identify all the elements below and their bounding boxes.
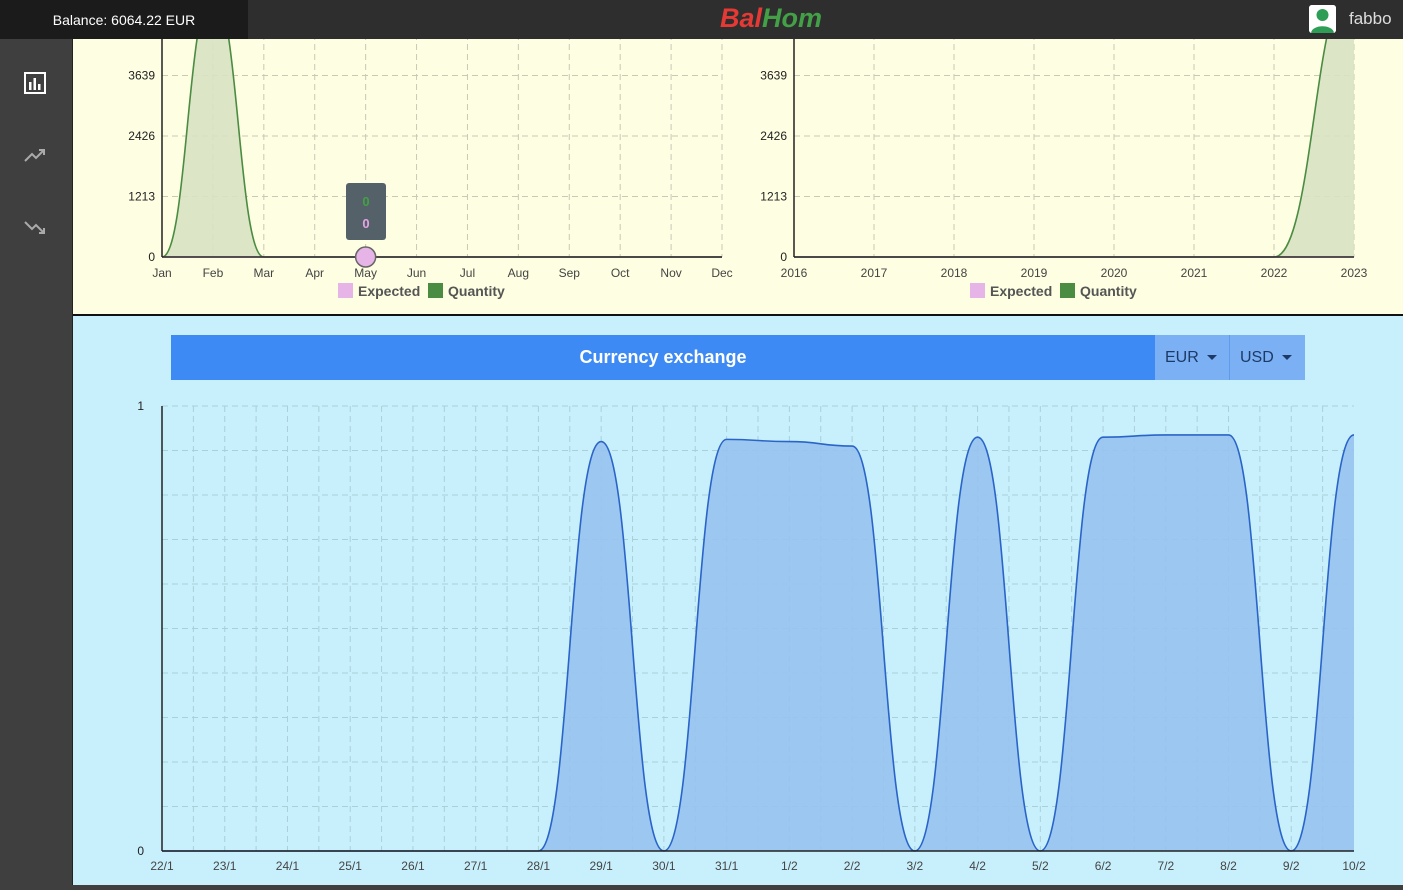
monthly-xtick: May: [354, 266, 377, 280]
monthly-legend-quantity-swatch: [428, 283, 443, 298]
chart-tooltip: 0 0: [346, 183, 386, 240]
yearly-quantity-area: [794, 39, 1354, 258]
monthly-xtick: Nov: [660, 266, 681, 280]
exchange-ytick: 0: [137, 844, 144, 858]
exchange-xtick: 7/2: [1157, 859, 1174, 873]
monthly-xtick: Oct: [611, 266, 630, 280]
monthly-legend-expected-swatch: [338, 283, 353, 298]
yearly-xtick: 2018: [941, 266, 968, 280]
exchange-xtick: 22/1: [150, 859, 174, 873]
monthly-xtick: Jul: [460, 266, 475, 280]
to-currency-value: USD: [1240, 348, 1274, 366]
user-avatar-icon[interactable]: [1309, 5, 1336, 33]
monthly-legend-expected: Expected: [358, 283, 420, 299]
yearly-xtick: 2019: [1021, 266, 1048, 280]
yearly-ytick: 3639: [760, 69, 787, 83]
yearly-xtick: 2017: [861, 266, 888, 280]
trending-up-icon[interactable]: [22, 142, 48, 168]
yearly-xtick: 2021: [1181, 266, 1208, 280]
yearly-legend-quantity: Quantity: [1080, 283, 1137, 299]
tooltip-expected: 0: [362, 216, 370, 231]
monthly-xtick: Sep: [559, 266, 581, 280]
yearly-xtick: 2022: [1261, 266, 1288, 280]
tooltip-quantity: 0: [362, 194, 370, 209]
exchange-area: [162, 434, 1354, 851]
exchange-xtick: 26/1: [401, 859, 425, 873]
from-currency-select[interactable]: EUR: [1155, 335, 1230, 380]
yearly-xtick: 2023: [1341, 266, 1368, 280]
exchange-xtick: 24/1: [276, 859, 300, 873]
monthly-xtick: Jan: [152, 266, 171, 280]
exchange-xtick: 9/2: [1283, 859, 1300, 873]
from-currency-value: EUR: [1165, 348, 1199, 366]
yearly-legend-expected: Expected: [990, 283, 1052, 299]
exchange-ytick: 1: [137, 399, 144, 413]
statistics-panel: 0 1213 2426 3639 Jan Feb Mar Apr May Jun Jul Aug Sep…: [73, 39, 1403, 314]
exchange-xtick: 6/2: [1095, 859, 1112, 873]
monthly-xtick: Apr: [305, 266, 324, 280]
exchange-xtick: 25/1: [339, 859, 363, 873]
bar-chart-icon[interactable]: [22, 70, 48, 96]
exchange-xtick: 10/2: [1342, 859, 1366, 873]
username[interactable]: fabbo: [1349, 9, 1392, 29]
monthly-xtick: Mar: [253, 266, 274, 280]
monthly-ytick: 0: [148, 250, 155, 264]
yearly-legend-quantity-swatch: [1060, 283, 1075, 298]
yearly-xtick: 2016: [781, 266, 808, 280]
sidebar: [0, 39, 73, 885]
exchange-xtick: 8/2: [1220, 859, 1237, 873]
monthly-ytick: 2426: [128, 129, 155, 143]
monthly-ytick: 1213: [128, 190, 155, 204]
exchange-xtick: 30/1: [652, 859, 676, 873]
yearly-xtick: 2020: [1101, 266, 1128, 280]
currency-exchange-panel: Currency exchange EUR USD 0 1 22/1 23/1 24/1…: [73, 316, 1403, 885]
exchange-xtick: 23/1: [213, 859, 237, 873]
monthly-highlight-point: [354, 246, 377, 268]
yearly-legend-expected-swatch: [970, 283, 985, 298]
monthly-quantity-area: [162, 39, 722, 257]
exchange-xtick: 2/2: [844, 859, 861, 873]
exchange-xtick: 27/1: [464, 859, 488, 873]
brand-part-1: Bal: [720, 3, 763, 33]
monthly-xtick: Feb: [203, 266, 224, 280]
brand-part-2: Hom: [762, 3, 823, 33]
exchange-xtick: 1/2: [781, 859, 798, 873]
yearly-ytick: 1213: [760, 190, 787, 204]
yearly-quantity-line: [794, 39, 1328, 258]
exchange-xtick: 5/2: [1032, 859, 1049, 873]
statistics-charts: 0 1213 2426 3639 Jan Feb Mar Apr May Jun Jul Aug Sep…: [128, 39, 1368, 299]
exchange-xtick: 3/2: [906, 859, 923, 873]
yearly-ytick: 2426: [760, 129, 787, 143]
balance-display: Balance: 6064.22 EUR: [0, 0, 248, 39]
trending-down-icon[interactable]: [22, 214, 48, 240]
monthly-xtick: Jun: [407, 266, 426, 280]
to-currency-select[interactable]: USD: [1230, 335, 1305, 380]
monthly-legend-quantity: Quantity: [448, 283, 505, 299]
exchange-xtick: 4/2: [969, 859, 986, 873]
yearly-ytick: 0: [780, 250, 787, 264]
currency-exchange-title: Currency exchange: [171, 335, 1155, 380]
brand-logo[interactable]: BalHom: [720, 3, 822, 34]
chevron-down-icon: [1281, 355, 1292, 360]
monthly-ytick: 3639: [128, 69, 155, 83]
exchange-chart: 0 1 22/1 23/1 24/1 25/1 26/1 27/1 28/1 29/1 30/1 31…: [137, 399, 1366, 873]
monthly-xtick: Aug: [508, 266, 529, 280]
chevron-down-icon: [1206, 355, 1217, 360]
monthly-xtick: Dec: [711, 266, 732, 280]
exchange-xtick: 29/1: [589, 859, 613, 873]
exchange-xtick: 31/1: [715, 859, 739, 873]
top-bar: Balance: 6064.22 EUR BalHom fabbo: [0, 0, 1403, 39]
exchange-xtick: 28/1: [527, 859, 551, 873]
